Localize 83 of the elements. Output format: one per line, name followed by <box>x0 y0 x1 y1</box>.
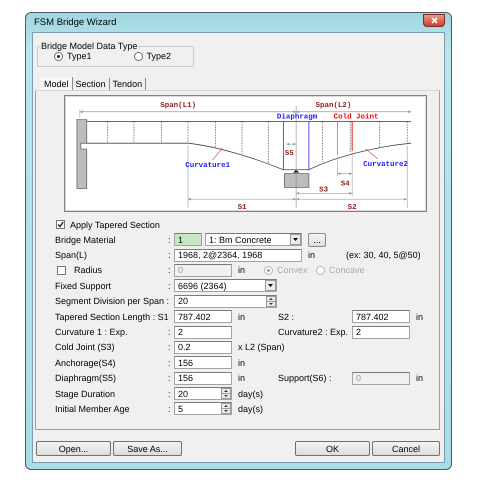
radio-label: Convex <box>277 265 308 276</box>
tab[interactable]: Section <box>72 78 110 90</box>
field-label: Span(L) <box>55 250 88 260</box>
input-field[interactable]: 2 <box>174 326 232 339</box>
unit-label: in <box>237 265 246 276</box>
checkbox-label: Radius <box>74 265 102 276</box>
unit-label: x L2 (Span) <box>237 342 285 352</box>
radio-button[interactable] <box>134 52 143 60</box>
colon: : <box>168 327 172 338</box>
spin-arrows[interactable] <box>221 403 231 414</box>
dropdown[interactable]: 6696 (2364) <box>174 279 277 292</box>
tab[interactable]: Model <box>41 77 73 90</box>
field-label: Curvature 1 : Exp. <box>55 327 129 338</box>
spin-field[interactable]: 20 <box>174 294 277 308</box>
field-label: S2 : <box>278 312 296 322</box>
input-field[interactable]: 787.402 <box>174 310 232 324</box>
field-label: Segment Division per Span : <box>55 296 170 306</box>
unit-label: in <box>307 250 316 260</box>
hint-text: (ex: 30, 40, 5@50) <box>346 250 421 260</box>
browse-button[interactable]: ... <box>308 232 326 247</box>
unit-label: in <box>237 358 246 368</box>
dimension-line <box>296 192 352 195</box>
dialog-button[interactable]: Save As... <box>113 441 182 456</box>
field-label: Anchorage(S4) <box>55 358 117 368</box>
input-field[interactable]: 0.2 <box>174 340 232 354</box>
checkbox-label: Apply Tapered Section <box>70 220 160 230</box>
colon: : <box>168 373 172 384</box>
colon: : <box>168 265 172 276</box>
input-field[interactable]: 1 <box>174 233 202 246</box>
input-field[interactable]: 2 <box>352 326 410 339</box>
unit-label: in <box>415 312 424 322</box>
spin-arrows[interactable] <box>221 388 231 400</box>
spin-field[interactable]: 20 <box>174 387 232 400</box>
checkbox[interactable] <box>56 220 65 229</box>
leader-line <box>366 148 378 160</box>
tab[interactable]: Tendon <box>110 78 146 90</box>
colon: : <box>168 342 172 352</box>
dialog-button[interactable]: Open... <box>36 441 111 456</box>
input-field[interactable]: 1968, 2@2364, 1968 <box>174 248 302 262</box>
field-label: Initial Member Age <box>55 404 131 414</box>
close-icon <box>430 17 438 24</box>
field-label: Tapered Section Length : S1 <box>55 312 170 322</box>
field-label: Stage Duration <box>55 388 116 399</box>
field-label: Support(S6) : <box>278 373 333 384</box>
unit-label: day(s) <box>237 404 264 414</box>
dimension-line <box>286 142 296 146</box>
input-field[interactable]: 787.402 <box>352 310 410 324</box>
field-label: Bridge Material <box>55 234 117 245</box>
colon: : <box>168 404 172 414</box>
input-field[interactable]: 156 <box>174 372 232 385</box>
field-label: Fixed Support <box>55 280 112 291</box>
radio-button[interactable] <box>54 52 63 60</box>
spin-arrows[interactable] <box>266 296 276 307</box>
colon: : <box>168 250 172 260</box>
field-label: Diaphragm(S5) <box>55 373 118 384</box>
leader-line <box>212 148 223 160</box>
extension-line <box>406 144 408 208</box>
input-field[interactable]: 156 <box>174 356 232 370</box>
colon: : <box>168 388 172 399</box>
radio-label: Concave <box>329 265 365 276</box>
spin-field[interactable]: 5 <box>174 402 232 416</box>
dropdown[interactable]: 1: Bm Concrete <box>205 233 302 246</box>
anchorage-line <box>337 121 338 156</box>
dialog-button[interactable]: Cancel <box>372 441 440 456</box>
unit-label: in <box>415 373 424 384</box>
unit-label: in <box>237 312 246 322</box>
field-label: Cold Joint (S3) <box>55 342 116 352</box>
colon: : <box>168 358 172 368</box>
window-title: FSM Bridge Wizard <box>34 17 116 28</box>
unit-label: day(s) <box>237 388 264 399</box>
close-button[interactable] <box>423 14 445 27</box>
cold-joint-line <box>352 121 353 152</box>
dialog-button[interactable]: OK <box>295 441 370 456</box>
extension-line <box>337 156 338 177</box>
diaphragm-line <box>282 121 310 170</box>
radio-label: Type1 <box>67 51 92 61</box>
colon: : <box>168 280 172 291</box>
radio-label: Type2 <box>146 51 172 61</box>
dimension-line <box>337 172 352 176</box>
group-title: Bridge Model Data Type <box>40 41 138 51</box>
unit-label: in <box>237 373 246 384</box>
field-label: Curvature2 : Exp. <box>278 327 350 338</box>
colon: : <box>168 234 172 245</box>
